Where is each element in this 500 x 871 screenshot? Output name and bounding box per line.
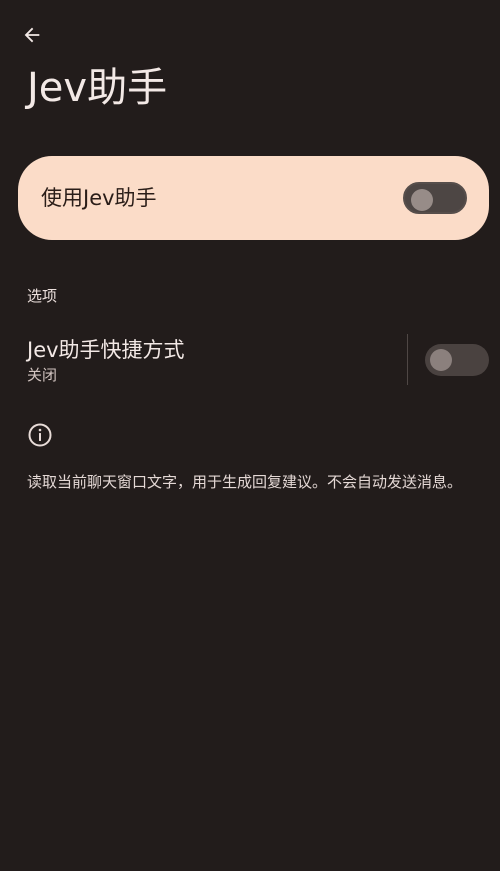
jev-shortcut-title: Jev助手快捷方式 — [27, 338, 185, 362]
info-icon — [28, 423, 52, 447]
options-section-header: 选项 — [27, 287, 58, 305]
divider — [407, 334, 408, 385]
back-button[interactable] — [14, 17, 50, 53]
use-jev-assistant-switch[interactable] — [403, 182, 467, 214]
arrow-back-icon — [24, 27, 40, 43]
switch-thumb — [411, 189, 433, 211]
jev-shortcut-status: 关闭 — [27, 366, 58, 384]
page-title: Jev助手 — [27, 65, 168, 111]
use-jev-assistant-card[interactable]: 使用Jev助手 — [18, 156, 489, 240]
jev-shortcut-switch[interactable] — [425, 344, 489, 376]
info-description: 读取当前聊天窗口文字，用于生成回复建议。不会自动发送消息。 — [27, 473, 463, 491]
jev-shortcut-row[interactable]: Jev助手快捷方式 关闭 — [0, 326, 500, 392]
use-jev-assistant-label: 使用Jev助手 — [41, 186, 157, 210]
switch-thumb — [430, 349, 452, 371]
